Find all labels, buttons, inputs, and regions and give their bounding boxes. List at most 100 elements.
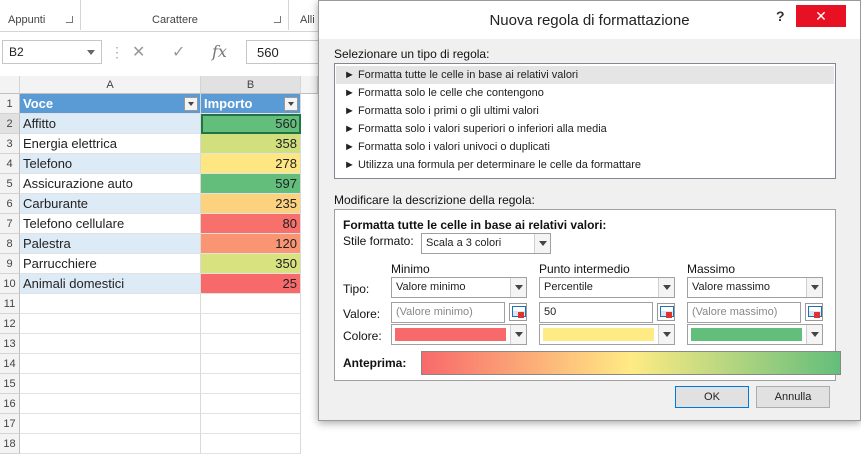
column-header-b[interactable]: B: [201, 76, 301, 94]
rule-type-list[interactable]: ► Formatta tutte le celle in base ai rel…: [334, 63, 836, 179]
cell-voce[interactable]: Palestra: [20, 234, 201, 254]
minimum-column-label: Minimo: [391, 262, 430, 276]
dialog-launcher-icon[interactable]: [66, 16, 73, 23]
row-header[interactable]: 1: [0, 94, 20, 114]
rule-type-item[interactable]: ► Formatta solo i valori superiori o inf…: [336, 120, 834, 138]
mid-color-picker[interactable]: [539, 324, 675, 345]
empty-cell[interactable]: [20, 434, 201, 454]
filter-dropdown-icon[interactable]: [184, 97, 198, 111]
chevron-down-icon[interactable]: [510, 325, 526, 344]
cell-text: 350: [275, 256, 297, 271]
cell-importo[interactable]: 358: [201, 134, 301, 154]
min-value-input[interactable]: (Valore minimo): [391, 302, 505, 323]
rule-type-item[interactable]: ► Formatta solo i valori univoci o dupli…: [336, 138, 834, 156]
row-header[interactable]: 16: [0, 394, 20, 414]
max-type-select[interactable]: Valore massimo: [687, 277, 823, 298]
row-header[interactable]: 3: [0, 134, 20, 154]
row-header[interactable]: 2: [0, 114, 20, 134]
empty-cell[interactable]: [20, 294, 201, 314]
column-header-a[interactable]: A: [20, 76, 201, 94]
select-all-corner[interactable]: [0, 76, 20, 94]
cell-importo[interactable]: 350: [201, 254, 301, 274]
row-header[interactable]: 11: [0, 294, 20, 314]
empty-cell[interactable]: [201, 354, 301, 374]
column-header[interactable]: [301, 76, 318, 94]
row-header[interactable]: 6: [0, 194, 20, 214]
max-color-picker[interactable]: [687, 324, 823, 345]
empty-cell[interactable]: [201, 374, 301, 394]
row-header[interactable]: 8: [0, 234, 20, 254]
empty-cell[interactable]: [20, 354, 201, 374]
empty-cell[interactable]: [20, 334, 201, 354]
chevron-down-icon[interactable]: [658, 325, 674, 344]
mid-type-select[interactable]: Percentile: [539, 277, 675, 298]
close-button[interactable]: ✕: [796, 5, 846, 27]
cell-voce[interactable]: Telefono: [20, 154, 201, 174]
empty-cell[interactable]: [201, 414, 301, 434]
row-header[interactable]: 4: [0, 154, 20, 174]
cancel-button[interactable]: Annulla: [756, 386, 830, 408]
max-value-input[interactable]: (Valore massimo): [687, 302, 801, 323]
cell-voce[interactable]: Carburante: [20, 194, 201, 214]
row-header[interactable]: 18: [0, 434, 20, 454]
empty-cell[interactable]: [20, 374, 201, 394]
name-box[interactable]: B2: [2, 40, 102, 64]
empty-cell[interactable]: [201, 434, 301, 454]
min-color-picker[interactable]: [391, 324, 527, 345]
row-header[interactable]: 5: [0, 174, 20, 194]
cell-voce[interactable]: Telefono cellulare: [20, 214, 201, 234]
rule-type-item[interactable]: ► Formatta tutte le celle in base ai rel…: [336, 66, 834, 84]
filter-dropdown-icon[interactable]: [284, 97, 298, 111]
cell-voce[interactable]: Affitto: [20, 114, 201, 134]
chevron-down-icon[interactable]: [510, 278, 526, 297]
range-picker-icon[interactable]: [509, 303, 527, 321]
insert-function-icon[interactable]: fx: [212, 42, 227, 61]
row-header[interactable]: 14: [0, 354, 20, 374]
row-header[interactable]: 12: [0, 314, 20, 334]
cell-importo[interactable]: 235: [201, 194, 301, 214]
chevron-down-icon[interactable]: [658, 278, 674, 297]
cancel-icon[interactable]: ✕: [132, 42, 145, 62]
dialog-launcher-icon[interactable]: [274, 16, 281, 23]
empty-cell[interactable]: [20, 314, 201, 334]
format-style-select[interactable]: Scala a 3 colori: [421, 233, 551, 254]
min-type-select[interactable]: Valore minimo: [391, 277, 527, 298]
empty-cell[interactable]: [201, 314, 301, 334]
empty-cell[interactable]: [20, 414, 201, 434]
cell-importo[interactable]: 120: [201, 234, 301, 254]
cell-voce[interactable]: Animali domestici: [20, 274, 201, 294]
cell-voce[interactable]: Energia elettrica: [20, 134, 201, 154]
cell-importo[interactable]: 560: [201, 114, 301, 134]
cell-importo[interactable]: 597: [201, 174, 301, 194]
rule-type-item[interactable]: ► Formatta solo i primi o gli ultimi val…: [336, 102, 834, 120]
row-header[interactable]: 17: [0, 414, 20, 434]
range-picker-icon[interactable]: [657, 303, 675, 321]
ok-button[interactable]: OK: [675, 386, 749, 408]
empty-cell[interactable]: [201, 394, 301, 414]
mid-value-input[interactable]: 50: [539, 302, 653, 323]
cell-importo[interactable]: 25: [201, 274, 301, 294]
range-picker-icon[interactable]: [805, 303, 823, 321]
cell-voce[interactable]: Parrucchiere: [20, 254, 201, 274]
enter-icon[interactable]: ✓: [172, 42, 185, 62]
empty-cell[interactable]: [20, 394, 201, 414]
row-header[interactable]: 9: [0, 254, 20, 274]
row-header[interactable]: 13: [0, 334, 20, 354]
empty-cell[interactable]: [201, 294, 301, 314]
cell-importo[interactable]: 80: [201, 214, 301, 234]
header-cell-voce[interactable]: Voce: [20, 94, 201, 114]
help-icon[interactable]: ?: [776, 8, 785, 24]
cell-voce[interactable]: Assicurazione auto: [20, 174, 201, 194]
chevron-down-icon[interactable]: [534, 234, 550, 253]
chevron-down-icon[interactable]: [806, 325, 822, 344]
chevron-down-icon[interactable]: [806, 278, 822, 297]
chevron-down-icon[interactable]: [87, 50, 95, 55]
rule-type-item[interactable]: ► Utilizza una formula per determinare l…: [336, 156, 834, 174]
rule-type-item[interactable]: ► Formatta solo le celle che contengono: [336, 84, 834, 102]
row-header[interactable]: 10: [0, 274, 20, 294]
header-cell-importo[interactable]: Importo: [201, 94, 301, 114]
empty-cell[interactable]: [201, 334, 301, 354]
cell-importo[interactable]: 278: [201, 154, 301, 174]
row-header[interactable]: 15: [0, 374, 20, 394]
row-header[interactable]: 7: [0, 214, 20, 234]
